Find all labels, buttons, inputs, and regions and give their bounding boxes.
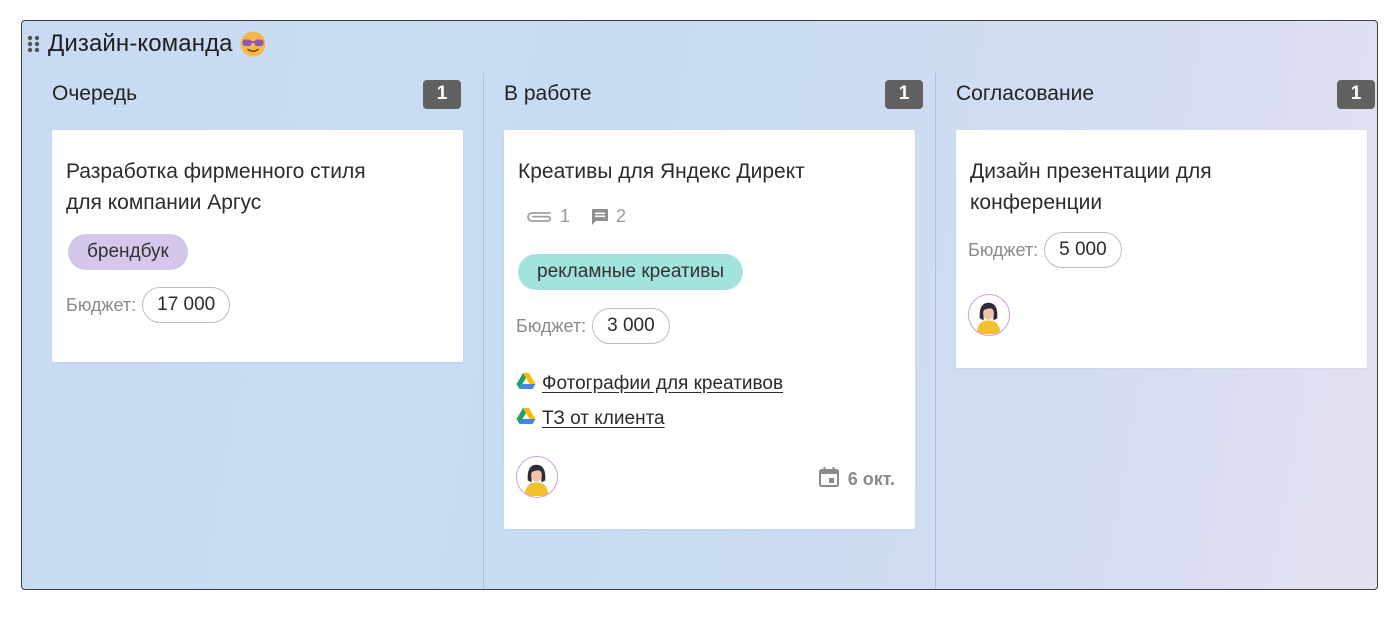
link-item[interactable]: ТЗ от клиента <box>516 401 783 436</box>
attachments-count: 1 <box>524 206 570 227</box>
card-title: Разработка фирменного стиля для компании… <box>66 160 366 214</box>
budget-field: Бюджет: 17 000 <box>66 287 231 323</box>
link-item[interactable]: Фотографии для креативов <box>516 366 783 401</box>
column-title: Очередь <box>52 82 138 105</box>
task-card[interactable]: Креативы для Яндекс Директ 1 2 рекламные… <box>504 130 915 529</box>
comment-icon <box>590 207 610 227</box>
column-header: Согласование 1 <box>956 79 1375 109</box>
budget-label: Бюджет: <box>968 239 1039 260</box>
column-title: Согласование <box>956 82 1094 105</box>
attachments-value: 1 <box>560 206 571 226</box>
task-card[interactable]: Разработка фирменного стиля для компании… <box>52 130 463 362</box>
paperclip-icon <box>524 209 554 225</box>
budget-field: Бюджет: 5 000 <box>968 232 1122 268</box>
due-date[interactable]: 6 окт. <box>818 466 895 493</box>
links-list: Фотографии для креативов ТЗ от клиента <box>516 366 783 436</box>
card-title: Дизайн презентации для конференции <box>970 160 1212 214</box>
tag-chip[interactable]: брендбук <box>68 234 188 270</box>
count-badge: 1 <box>1337 79 1375 109</box>
column-in-progress: В работе 1 Креативы для Яндекс Директ 1 <box>483 73 935 589</box>
budget-label: Бюджет: <box>66 294 137 315</box>
budget-value: 17 000 <box>142 287 231 323</box>
comments-value: 2 <box>616 206 627 226</box>
board-title: Дизайн-команда <box>48 30 233 57</box>
google-drive-icon <box>516 372 536 395</box>
column-title: В работе <box>504 82 592 105</box>
kanban-board: Дизайн-команда Очередь 1 Разработка фирм… <box>21 20 1378 590</box>
drag-handle-icon[interactable] <box>26 33 42 55</box>
card-title: Креативы для Яндекс Директ <box>518 160 805 183</box>
due-date-text: 6 окт. <box>847 469 895 489</box>
budget-field: Бюджет: 3 000 <box>516 308 670 344</box>
column-header: В работе 1 <box>504 79 923 109</box>
card-meta: 1 2 <box>524 206 626 227</box>
count-badge: 1 <box>423 79 461 109</box>
tag-chip[interactable]: рекламные креативы <box>518 254 744 290</box>
avatar[interactable] <box>968 294 1010 336</box>
budget-value: 5 000 <box>1044 232 1122 268</box>
google-drive-icon <box>516 407 536 430</box>
link-text[interactable]: Фотографии для креативов <box>542 373 783 395</box>
sunglasses-emoji-icon <box>239 30 267 58</box>
comments-count: 2 <box>590 206 626 227</box>
calendar-icon <box>818 466 840 493</box>
board-header: Дизайн-команда <box>26 29 267 59</box>
count-badge: 1 <box>885 79 923 109</box>
column-header: Очередь 1 <box>52 79 461 109</box>
budget-value: 3 000 <box>592 308 670 344</box>
column-queue: Очередь 1 Разработка фирменного стиля дл… <box>22 73 473 589</box>
link-text[interactable]: ТЗ от клиента <box>542 408 665 430</box>
budget-label: Бюджет: <box>516 315 587 336</box>
task-card[interactable]: Дизайн презентации для конференции Бюдже… <box>956 130 1367 368</box>
column-approval: Согласование 1 Дизайн презентации для ко… <box>935 73 1377 589</box>
avatar[interactable] <box>516 456 558 498</box>
